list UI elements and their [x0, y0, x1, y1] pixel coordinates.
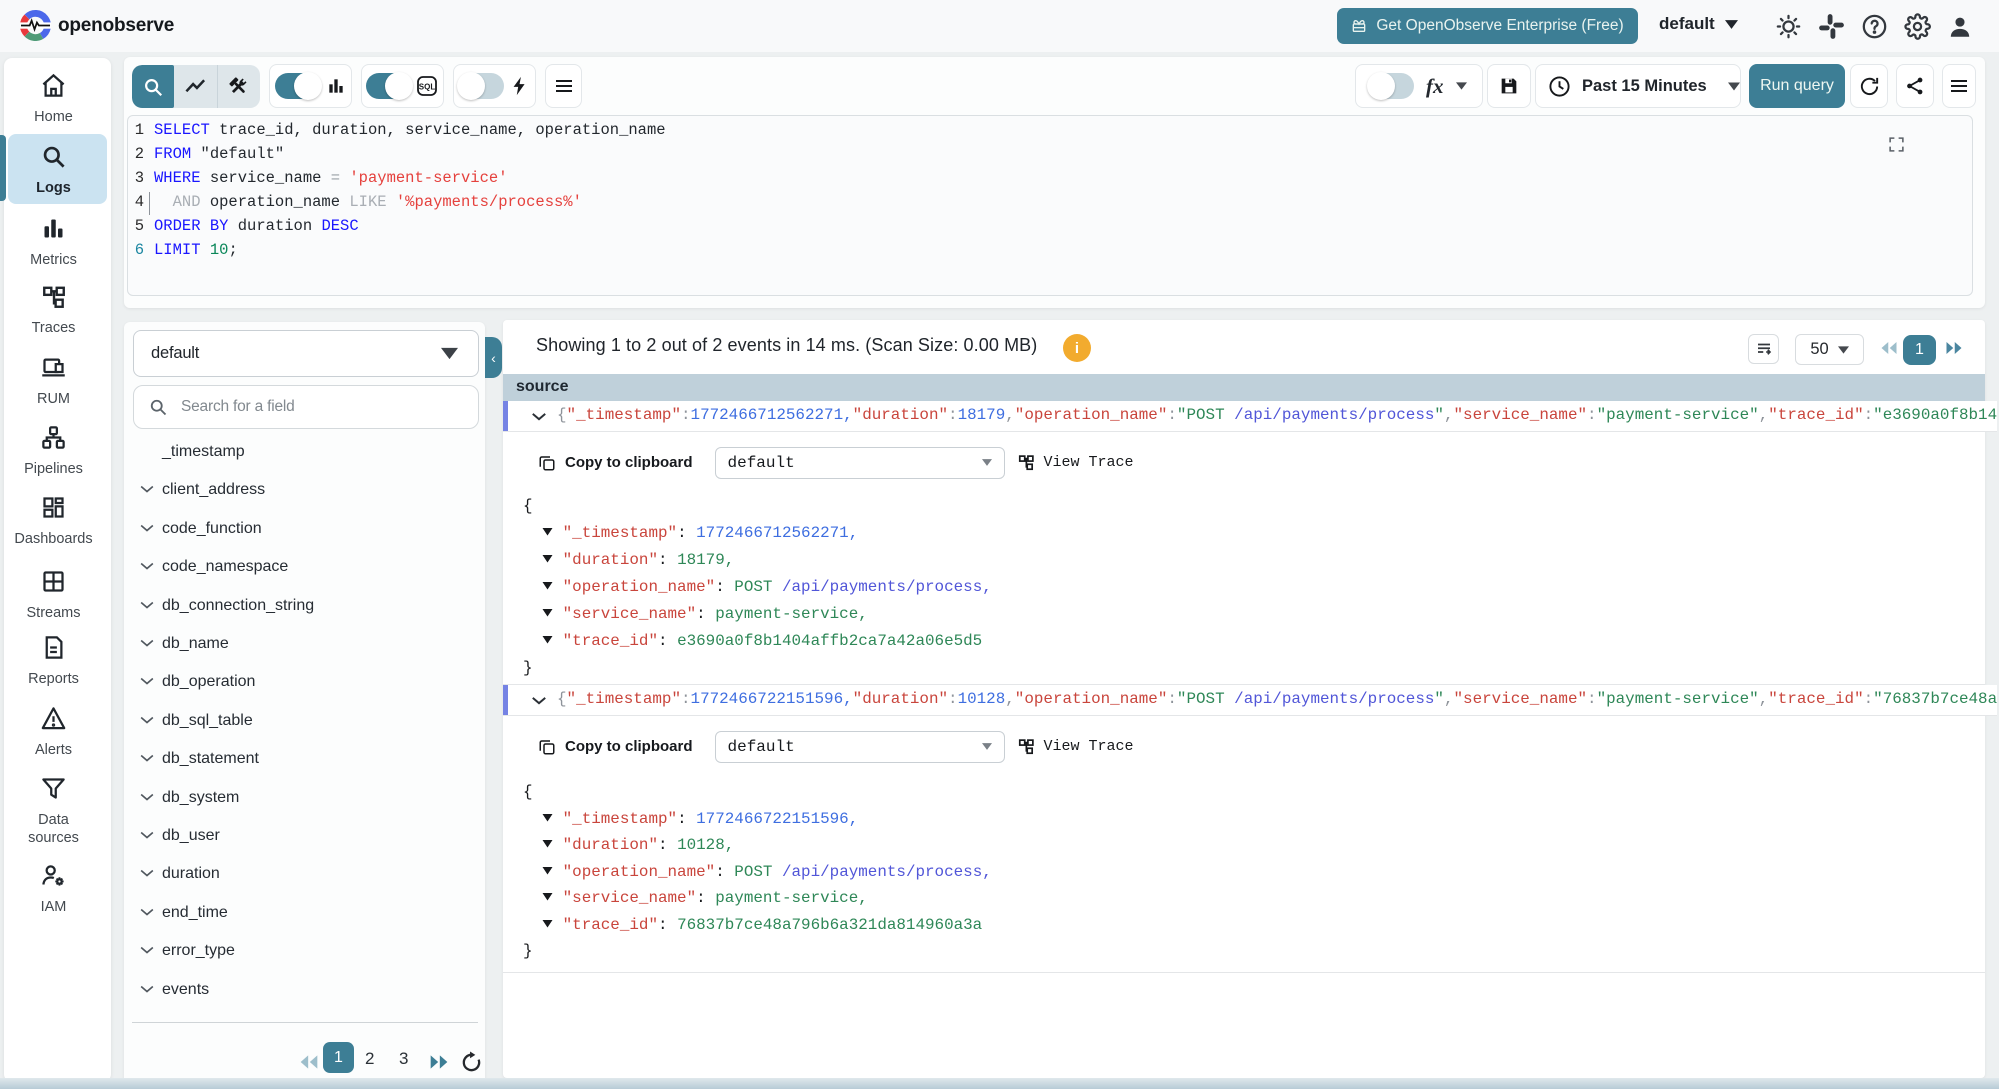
svg-text:SQL: SQL — [419, 83, 436, 92]
